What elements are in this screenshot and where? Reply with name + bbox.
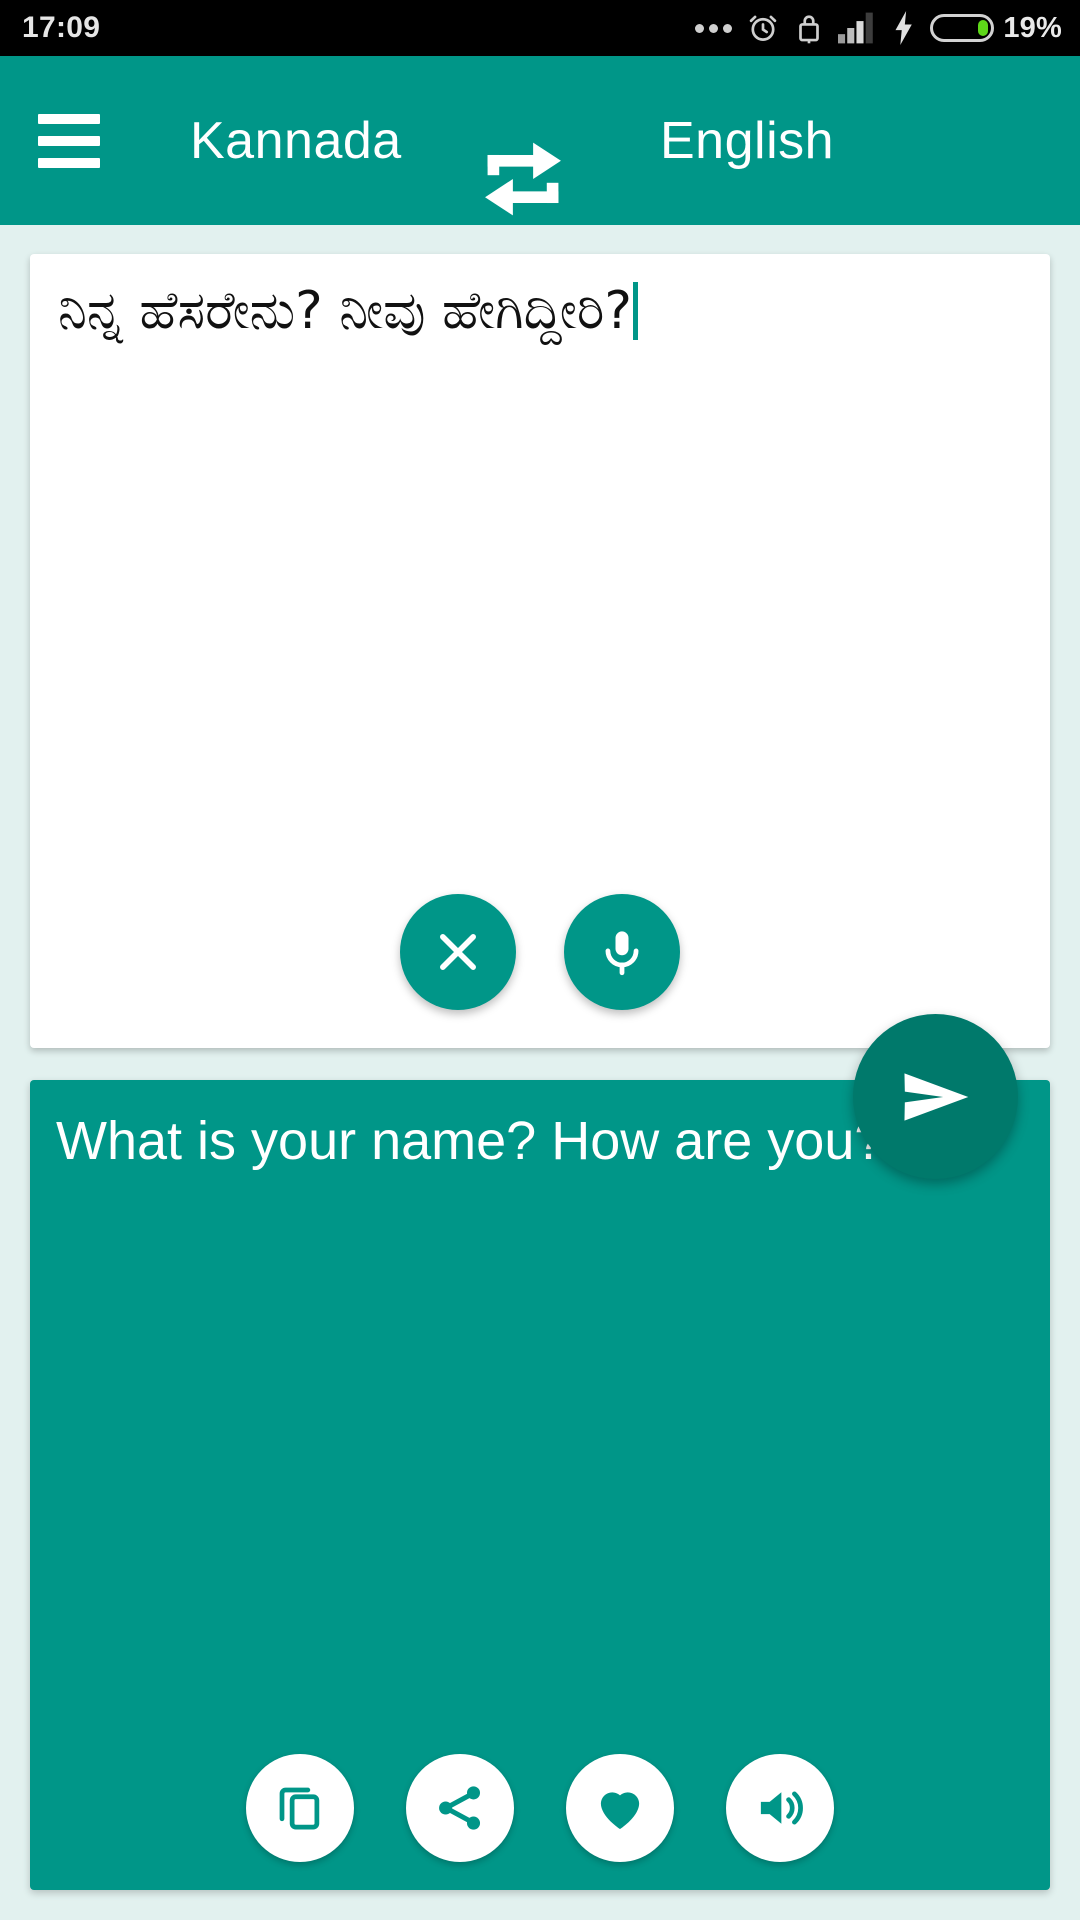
battery-fill bbox=[978, 20, 989, 36]
charging-bolt-icon bbox=[895, 11, 913, 45]
input-action-row bbox=[30, 894, 1050, 1010]
output-action-row bbox=[30, 1754, 1050, 1862]
speak-button[interactable] bbox=[726, 1754, 834, 1862]
target-language-button[interactable]: English bbox=[660, 111, 834, 171]
swap-languages-icon[interactable] bbox=[480, 140, 566, 218]
status-bar: 17:09 19% bbox=[0, 0, 1080, 56]
signal-bars-icon bbox=[838, 12, 874, 44]
hamburger-menu-icon[interactable] bbox=[38, 113, 146, 168]
source-text-card: ನಿನ್ನ ಹೆಸರೇನು? ನೀವು ಹೇಗಿದ್ದೀರಿ? bbox=[30, 254, 1050, 1048]
share-button[interactable] bbox=[406, 1754, 514, 1862]
battery-indicator: 19% bbox=[930, 12, 1062, 45]
app-screen: 17:09 19% Kannada English ನಿನ್ನ ಹೆಸರೇನು?… bbox=[0, 0, 1080, 1920]
lock-icon bbox=[799, 15, 820, 44]
battery-percent-label: 19% bbox=[1003, 11, 1062, 44]
send-translate-button[interactable] bbox=[853, 1014, 1018, 1179]
app-bar: Kannada English bbox=[0, 56, 1080, 225]
status-bar-icons: 19% bbox=[695, 11, 1062, 45]
source-text-value: ನಿನ್ನ ಹೆಸರೇನು? ನೀವು ಹೇಗಿದ್ದೀರಿ? bbox=[58, 281, 632, 341]
alarm-clock-icon bbox=[750, 15, 777, 41]
translation-output-card: What is your name? How are you? bbox=[30, 1080, 1050, 1890]
microphone-button[interactable] bbox=[564, 894, 680, 1010]
favorite-button[interactable] bbox=[566, 1754, 674, 1862]
source-text-input[interactable]: ನಿನ್ನ ಹೆಸರೇನು? ನೀವು ಹೇಗಿದ್ದೀರಿ? bbox=[58, 278, 1024, 346]
copy-button[interactable] bbox=[246, 1754, 354, 1862]
status-bar-clock: 17:09 bbox=[22, 11, 101, 44]
battery-icon bbox=[930, 14, 995, 42]
more-dots-icon bbox=[695, 23, 733, 33]
text-caret bbox=[632, 282, 638, 340]
source-language-button[interactable]: Kannada bbox=[190, 111, 402, 171]
clear-button[interactable] bbox=[400, 894, 516, 1010]
